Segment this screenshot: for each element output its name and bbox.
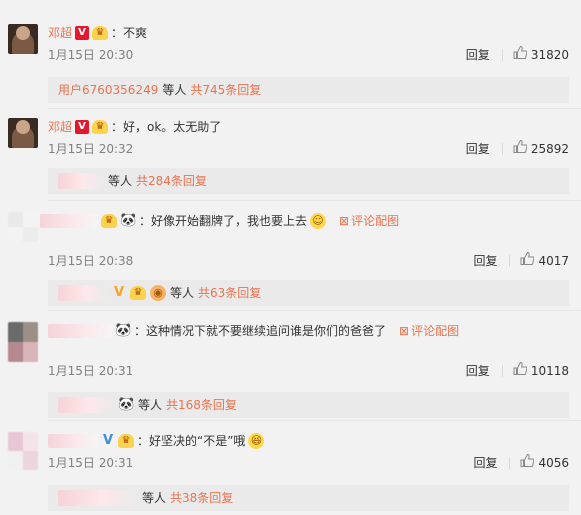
verified-badge-icon: V <box>75 26 90 40</box>
comment-time: 1月15日 20:32 <box>48 142 134 156</box>
action-divider <box>501 49 503 61</box>
comment-time: 1月15日 20:31 <box>48 456 134 470</box>
crown-badge-icon: ♛ <box>130 286 146 300</box>
comment-picture-label: 评论配图 <box>411 324 460 338</box>
reply-button[interactable]: 回复 <box>473 454 497 472</box>
like-count: 4017 <box>538 254 569 268</box>
comment-text: ：好像开始翻牌了，我也要上去 <box>139 214 308 228</box>
reply-summary[interactable]: 等人 共284条回复 <box>48 168 569 194</box>
avatar[interactable] <box>8 24 38 54</box>
reply-count-link[interactable]: 共38条回复 <box>170 485 233 511</box>
comment-time: 1月15日 20:38 <box>48 254 134 268</box>
action-divider <box>509 457 511 469</box>
comment-divider <box>48 420 581 421</box>
avatar[interactable] <box>8 432 38 470</box>
reply-summary[interactable]: 用户6760356249 等人 共745条回复 <box>48 77 569 103</box>
masked-username[interactable] <box>48 324 112 338</box>
comment-text: ：这种情况下就不要继续追问谁是你们的爸爸了 <box>134 324 387 338</box>
comment-picture-link[interactable]: ⊠ 评论配图 <box>399 322 459 340</box>
reply-summary[interactable]: V ♛ ◉ 等人 共63条回复 <box>48 280 569 306</box>
verified-blue-badge-icon: V <box>102 433 114 448</box>
panda-emoji-icon: 🐼 <box>118 397 135 412</box>
comment-text: ：不爽 <box>111 26 148 40</box>
masked-username[interactable] <box>40 214 98 228</box>
avatar[interactable] <box>8 118 38 148</box>
reply-count-link[interactable]: 共284条回复 <box>136 168 207 194</box>
comment-divider <box>48 310 581 311</box>
laughing-emoji-icon: 😆 <box>248 433 265 449</box>
comment-text: ：好，ok。太无助了 <box>111 120 222 134</box>
like-count: 4056 <box>538 456 569 470</box>
comment-divider <box>48 200 581 201</box>
picture-icon: ⊠ <box>399 324 410 338</box>
masked-reply-username[interactable] <box>58 173 104 189</box>
reply-username[interactable]: 用户6760356249 <box>58 77 158 103</box>
username[interactable]: 邓超 <box>48 24 72 42</box>
like-icon[interactable] <box>513 139 528 158</box>
panda-emoji-icon: 🐼 <box>120 213 137 228</box>
reply-mid-text: 等人 <box>108 174 133 188</box>
avatar[interactable] <box>8 212 38 242</box>
comment-picture-label: 评论配图 <box>351 214 400 228</box>
action-divider <box>501 365 503 377</box>
panda-emoji-icon: 🐼 <box>115 323 132 338</box>
action-divider <box>509 255 511 267</box>
masked-username[interactable] <box>48 434 98 448</box>
crown-badge-icon: ♛ <box>118 434 134 448</box>
like-count: 10118 <box>530 364 569 378</box>
like-count: 31820 <box>530 48 569 62</box>
badge-emoji-icon: ◉ <box>150 285 166 301</box>
verified-badge-icon: V <box>75 120 90 134</box>
like-count: 25892 <box>530 142 569 156</box>
username[interactable]: 邓超 <box>48 118 72 136</box>
reply-count-link[interactable]: 共745条回复 <box>190 77 261 103</box>
masked-reply-username[interactable] <box>58 397 114 413</box>
comment-picture-link[interactable]: ⊠ 评论配图 <box>339 212 399 230</box>
crown-badge-icon: ♛ <box>92 26 109 40</box>
action-divider <box>501 143 503 155</box>
picture-icon: ⊠ <box>339 214 350 228</box>
reply-summary[interactable]: 等人 共38条回复 <box>48 485 569 511</box>
reply-mid-text: 等人 <box>162 83 187 97</box>
avatar[interactable] <box>8 322 38 362</box>
masked-reply-username[interactable] <box>58 490 138 506</box>
reply-mid-text: 等人 <box>142 491 167 505</box>
comment-divider <box>48 108 581 109</box>
like-icon[interactable] <box>520 251 535 270</box>
comment-time: 1月15日 20:31 <box>48 364 134 378</box>
laughing-emoji-icon: ☺ <box>310 213 327 229</box>
like-icon[interactable] <box>513 45 528 64</box>
crown-badge-icon: ♛ <box>101 214 117 228</box>
comment-text: ：好坚决的“不是”哦 <box>137 434 246 448</box>
reply-mid-text: 等人 <box>138 398 163 412</box>
reply-button[interactable]: 回复 <box>473 252 497 270</box>
reply-button[interactable]: 回复 <box>466 140 490 158</box>
verified-blue-badge-icon: V <box>113 285 125 300</box>
like-icon[interactable] <box>520 453 535 472</box>
crown-badge-icon: ♛ <box>92 120 109 134</box>
masked-reply-username[interactable] <box>58 285 108 301</box>
reply-button[interactable]: 回复 <box>466 362 490 380</box>
reply-button[interactable]: 回复 <box>466 46 490 64</box>
reply-count-link[interactable]: 共63条回复 <box>198 280 261 306</box>
comment-time: 1月15日 20:30 <box>48 48 134 62</box>
reply-count-link[interactable]: 共168条回复 <box>166 392 237 418</box>
like-icon[interactable] <box>513 361 528 380</box>
reply-summary[interactable]: 🐼 等人 共168条回复 <box>48 392 569 418</box>
reply-mid-text: 等人 <box>170 286 195 300</box>
